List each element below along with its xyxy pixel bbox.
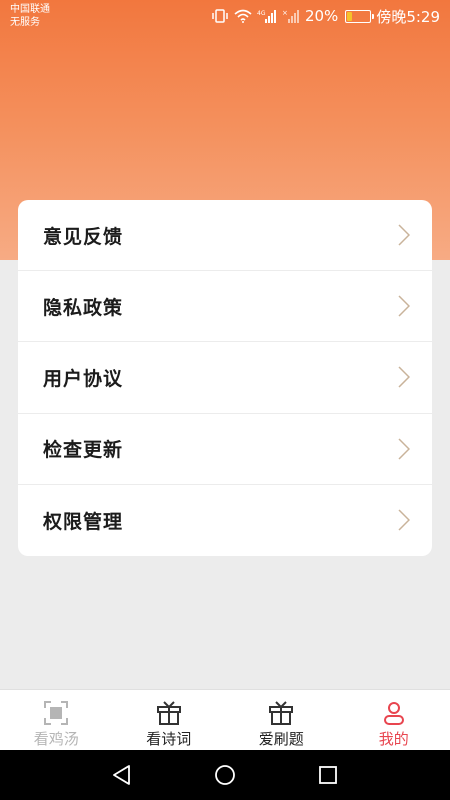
menu-item-check-update[interactable]: 检查更新 xyxy=(18,414,432,485)
menu-item-label: 用户协议 xyxy=(43,367,124,390)
menu-item-label: 检查更新 xyxy=(43,439,124,462)
gift-box-icon xyxy=(156,701,181,725)
chevron-right-icon xyxy=(398,295,410,317)
svg-text:×: × xyxy=(282,9,288,17)
bottom-tab-bar: 看鸡汤 看诗词 爱刷题 我的 xyxy=(0,689,450,750)
chevron-right-icon xyxy=(398,438,410,460)
tab-label: 爱刷题 xyxy=(258,730,304,748)
scan-frame-icon xyxy=(44,701,69,725)
menu-item-privacy-policy[interactable]: 隐私政策 xyxy=(18,271,432,343)
clock: 傍晚5:29 xyxy=(376,7,440,26)
battery-level xyxy=(347,11,353,21)
tab-chicken-soup[interactable]: 看鸡汤 xyxy=(0,690,113,750)
menu-item-feedback[interactable]: 意见反馈 xyxy=(18,200,432,272)
chevron-right-icon xyxy=(398,509,410,531)
carrier-name: 中国联通 xyxy=(10,4,50,15)
tab-quiz[interactable]: 爱刷题 xyxy=(225,690,338,750)
gift-box-icon xyxy=(269,701,294,725)
menu-item-label: 隐私政策 xyxy=(43,296,124,319)
tab-label: 看鸡汤 xyxy=(33,730,79,748)
status-icons: 4G × 20% 傍晚5:29 xyxy=(211,6,440,26)
settings-menu-card: 意见反馈 隐私政策 用户协议 检查更新 权限管理 xyxy=(18,200,432,556)
back-icon[interactable] xyxy=(110,763,134,787)
chevron-right-icon xyxy=(398,366,410,388)
tab-poetry[interactable]: 看诗词 xyxy=(113,690,226,750)
chevron-right-icon xyxy=(398,224,410,246)
tab-label: 看诗词 xyxy=(146,730,192,748)
carrier-info: 中国联通 无服务 xyxy=(10,3,50,29)
menu-item-user-agreement[interactable]: 用户协议 xyxy=(18,342,432,414)
tab-label: 我的 xyxy=(378,730,409,748)
system-nav-bar xyxy=(0,750,450,800)
signal-4g-icon: 4G xyxy=(257,10,276,23)
menu-item-permissions[interactable]: 权限管理 xyxy=(18,485,432,556)
carrier-status: 无服务 xyxy=(10,17,40,28)
battery-percent: 20% xyxy=(304,7,339,25)
home-icon[interactable] xyxy=(213,763,237,787)
tab-mine[interactable]: 我的 xyxy=(338,690,450,750)
menu-item-label: 权限管理 xyxy=(43,510,124,533)
menu-item-label: 意见反馈 xyxy=(43,225,124,248)
svg-text:4G: 4G xyxy=(257,10,266,17)
person-icon xyxy=(383,702,404,725)
status-bar: 中国联通 无服务 4G × 20% 傍晚5:29 xyxy=(0,0,450,32)
battery-icon xyxy=(345,9,375,23)
recents-icon[interactable] xyxy=(316,763,340,787)
signal-none-icon: × xyxy=(282,9,299,23)
wifi-icon xyxy=(234,9,252,23)
vibrate-icon xyxy=(212,9,228,23)
